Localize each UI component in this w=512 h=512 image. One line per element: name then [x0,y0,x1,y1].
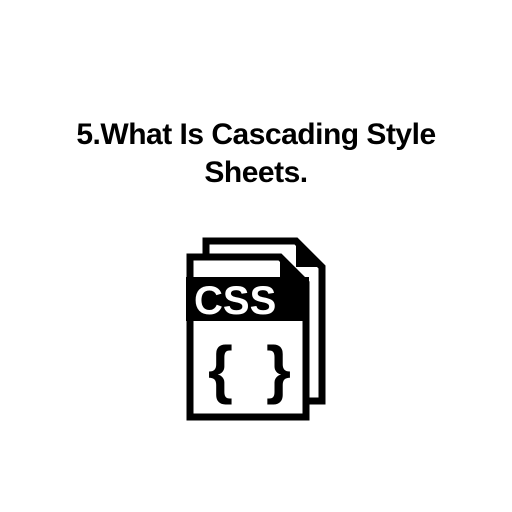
svg-text:}: } [266,333,291,405]
page-title: 5.What Is Cascading Style Sheets. [46,116,466,191]
css-file-icon: CSS { } [156,231,356,431]
svg-text:{: { [208,333,233,405]
css-file-label: CSS [194,279,276,323]
